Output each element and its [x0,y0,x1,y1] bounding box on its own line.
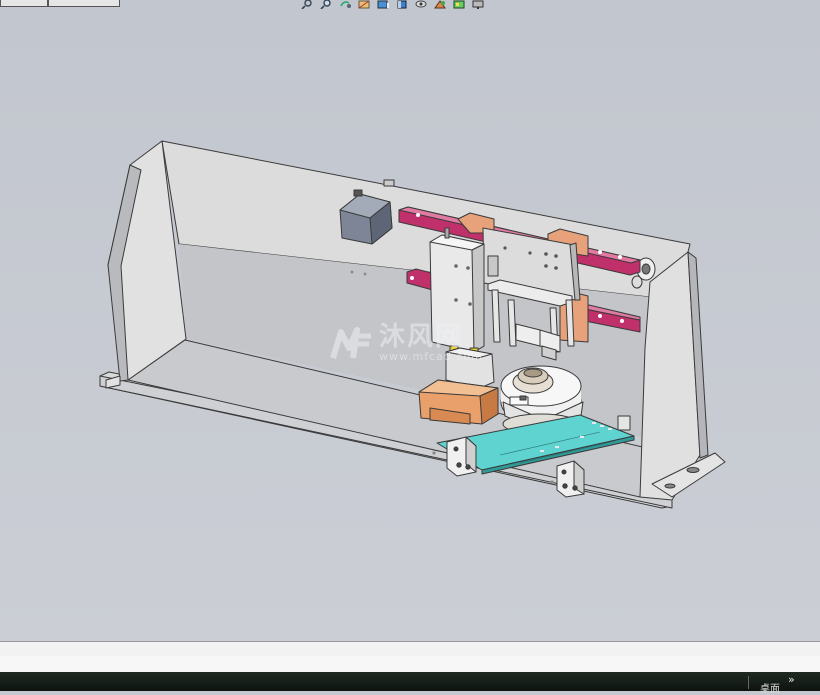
cad-assembly-model[interactable] [0,0,820,641]
graphics-area[interactable]: 沐风网 www.mfcad.com [0,0,820,641]
watermark: 沐风网 www.mfcad.com [327,322,483,364]
watermark-text-cn: 沐风网 [379,322,464,352]
watermark-text-en: www.mfcad.com [379,350,483,363]
chevron-right-icon[interactable]: » [788,673,795,686]
status-bar [0,656,820,672]
taskbar-separator [748,676,749,689]
desktop-toolbar-label[interactable]: 桌面 [760,680,780,695]
watermark-logo-icon [330,327,371,359]
horizontal-scrollbar[interactable] [0,641,820,657]
windows-taskbar: 桌面 » [0,672,820,695]
